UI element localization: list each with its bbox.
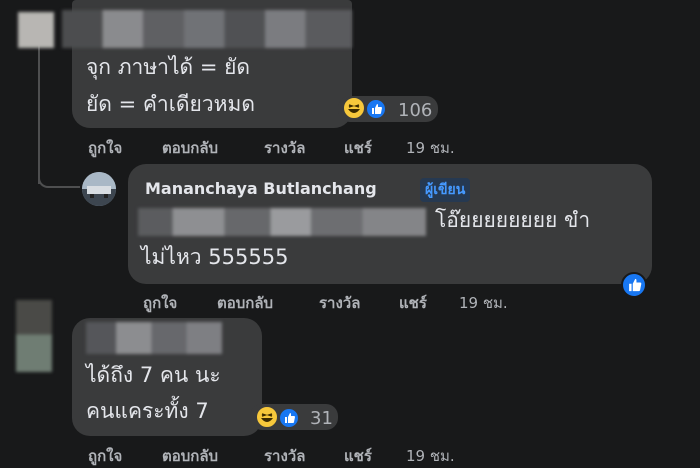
- timestamp[interactable]: 19 ชม.: [459, 291, 508, 315]
- share-link[interactable]: แชร์: [399, 291, 427, 315]
- redacted-name: [86, 322, 222, 354]
- avatar[interactable]: [82, 172, 116, 206]
- comment-text-line: ยัด = คำเดียวหมด: [86, 92, 255, 116]
- timestamp[interactable]: 19 ชม.: [406, 136, 455, 160]
- reply-link[interactable]: ตอบกลับ: [162, 136, 218, 160]
- redacted-mention: [138, 208, 426, 236]
- thread-line-branch: [38, 170, 80, 188]
- share-link[interactable]: แชร์: [344, 444, 372, 468]
- comment-text-line: โอ๊ยยยยยยยย ขำ: [435, 208, 591, 232]
- reaction-count: 106: [398, 100, 433, 121]
- avatar[interactable]: [18, 12, 54, 48]
- comment-text-line: คนแคระทั้ง 7: [86, 399, 209, 423]
- award-link[interactable]: รางวัล: [319, 291, 360, 315]
- comment-text-line: ไม่ไหว 555555: [141, 245, 289, 269]
- share-link[interactable]: แชร์: [344, 136, 372, 160]
- like-reaction-icon: [365, 98, 387, 120]
- reply-link[interactable]: ตอบกลับ: [217, 291, 273, 315]
- redacted-name: [62, 10, 352, 48]
- reaction-count: 31: [310, 408, 333, 429]
- like-reaction-icon: [278, 407, 300, 429]
- like-link[interactable]: ถูกใจ: [88, 444, 122, 468]
- award-link[interactable]: รางวัล: [264, 444, 305, 468]
- comment-text-line: ได้ถึง 7 คน นะ: [86, 363, 221, 387]
- award-link[interactable]: รางวัล: [264, 136, 305, 160]
- like-link[interactable]: ถูกใจ: [143, 291, 177, 315]
- reply-link[interactable]: ตอบกลับ: [162, 444, 218, 468]
- avatar[interactable]: [16, 300, 52, 372]
- author-badge: ผู้เขียน: [420, 178, 471, 202]
- like-link[interactable]: ถูกใจ: [88, 136, 122, 160]
- haha-reaction-icon: [255, 405, 279, 429]
- haha-reaction-icon: [342, 96, 366, 120]
- thread-line: [38, 44, 40, 184]
- like-reaction-icon[interactable]: [621, 272, 647, 298]
- comment-text-line: จุก ภาษาได้ = ยัด: [86, 55, 251, 79]
- timestamp[interactable]: 19 ชม.: [406, 444, 455, 468]
- comment-author[interactable]: Mananchaya Butlanchang: [145, 179, 377, 198]
